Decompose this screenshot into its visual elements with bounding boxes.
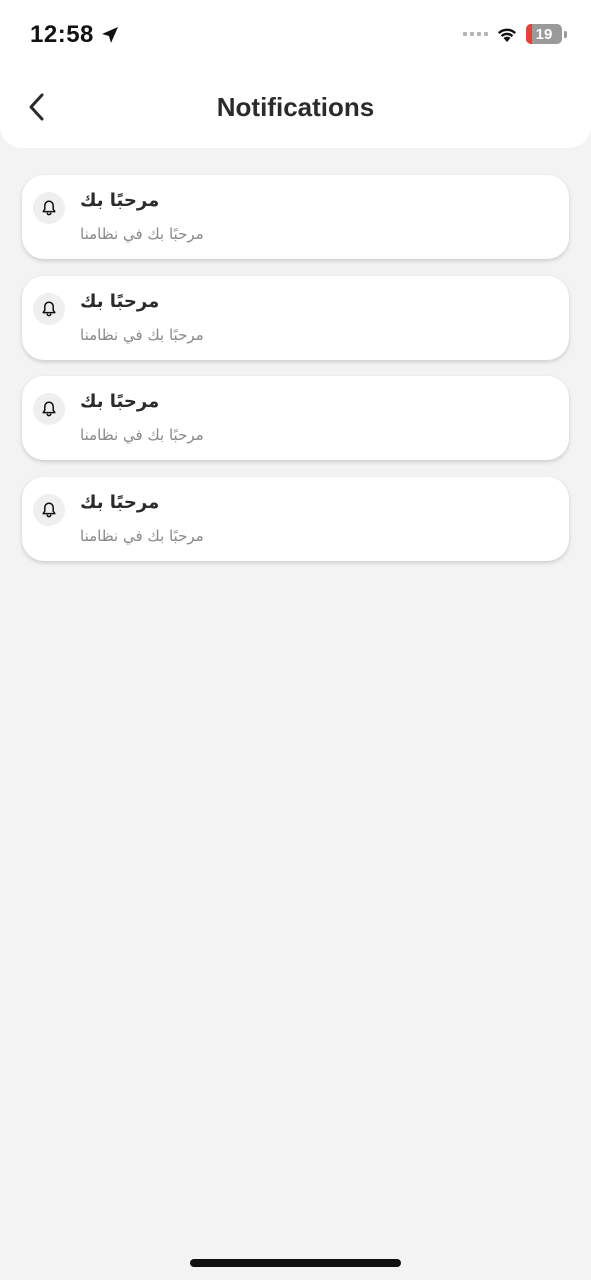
notification-body: مرحبًا بك في نظامنا (80, 426, 204, 444)
notification-title: مرحبًا بك (80, 491, 160, 513)
notification-title: مرحبًا بك (80, 190, 160, 211)
notification-card[interactable]: مرحبًا بك مرحبًا بك في نظامنا (22, 376, 569, 460)
battery-level: 19 (535, 25, 553, 43)
bell-icon (42, 501, 56, 517)
notification-body: مرحبًا بك في نظامنا (80, 225, 204, 243)
header: 12:58 19 Notifications (0, 0, 591, 148)
status-bar-time: 12:58 (30, 21, 120, 49)
notification-body: مرحبًا بك في نظامنا (80, 526, 204, 545)
bell-icon-badge (33, 393, 65, 425)
location-arrow-icon (101, 27, 118, 43)
notifications-screen: 12:58 19 Notifications مرحبًا بك مرحبًا … (0, 0, 591, 1280)
bell-icon-badge (33, 292, 65, 325)
wifi-icon (498, 28, 516, 42)
bell-icon-badge (33, 493, 65, 526)
time-text: 12:58 (30, 21, 94, 48)
notification-text: مرحبًا بك مرحبًا بك في نظامنا (80, 189, 240, 244)
bell-icon-badge (33, 192, 65, 224)
notification-title: مرحبًا بك (80, 290, 160, 312)
notification-body: مرحبًا بك في نظامنا (80, 325, 204, 344)
bell-icon (42, 200, 56, 216)
page-title: Notifications (216, 92, 375, 122)
battery-icon: 19 (526, 24, 562, 44)
bell-icon (42, 401, 56, 417)
bell-icon (42, 300, 56, 316)
notification-text: مرحبًا بك مرحبًا بك في نظامنا (80, 390, 240, 445)
status-bar-right: 19 (463, 24, 567, 44)
battery-cap (564, 30, 567, 38)
battery-fill (526, 24, 532, 44)
notification-card[interactable]: مرحبًا بك مرحبًا بك في نظامنا (22, 175, 569, 259)
notification-text: مرحبًا بك مرحبًا بك في نظامنا (80, 290, 240, 345)
notification-card[interactable]: مرحبًا بك مرحبًا بك في نظامنا (22, 476, 569, 561)
notification-title: مرحبًا بك (80, 391, 160, 412)
notification-list: مرحبًا بك مرحبًا بك في نظامنا مرحبًا بك … (22, 175, 569, 577)
home-indicator[interactable] (190, 1259, 401, 1267)
notification-card[interactable]: مرحبًا بك مرحبًا بك في نظامنا (22, 275, 569, 360)
notification-text: مرحبًا بك مرحبًا بك في نظامنا (80, 491, 240, 546)
cellular-signal-icon (463, 32, 488, 36)
